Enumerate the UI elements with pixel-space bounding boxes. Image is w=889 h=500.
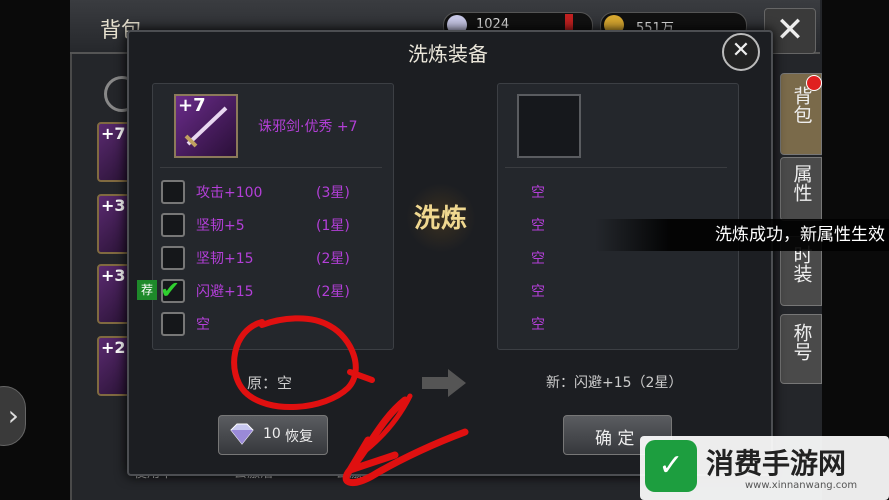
success-toast: 洗炼成功，新属性生效 (595, 219, 889, 251)
watermark-url: www.xinnanwang.com (745, 480, 858, 491)
watermark-logo-icon: ✓ (645, 440, 697, 492)
watermark-title: 消费手游网 (706, 447, 847, 480)
